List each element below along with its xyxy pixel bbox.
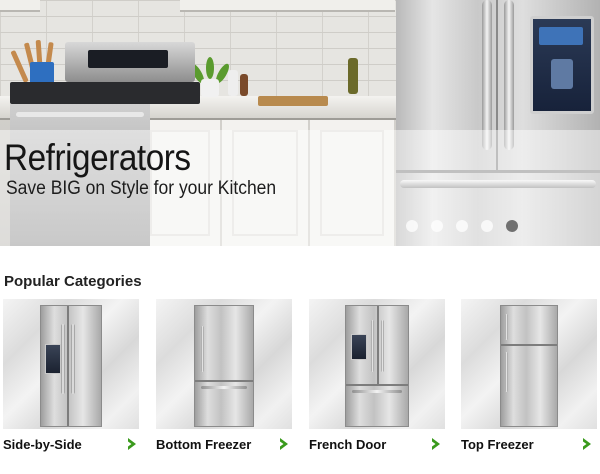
cutting-board	[258, 96, 328, 106]
carousel-dot-1[interactable]	[406, 220, 418, 232]
category-card-top-freezer[interactable]	[461, 299, 597, 429]
category-label[interactable]: Bottom Freezer	[156, 437, 251, 452]
chevron-right-icon[interactable]	[580, 436, 594, 452]
carousel-dot-2[interactable]	[431, 220, 443, 232]
upper-cabinet	[0, 0, 40, 12]
hero-subtitle: Save BIG on Style for your Kitchen	[6, 178, 277, 199]
carousel-dot-3[interactable]	[456, 220, 468, 232]
hero-title: Refrigerators	[4, 137, 191, 178]
category-card-french-door[interactable]	[309, 299, 445, 429]
chevron-right-icon[interactable]	[125, 436, 139, 452]
category-card-bottom-freezer[interactable]	[156, 299, 292, 429]
side-by-side-fridge-image	[40, 305, 102, 427]
top-freezer-fridge-image	[500, 305, 558, 427]
french-door-fridge-image	[345, 305, 409, 427]
carousel-dot-5[interactable]	[506, 220, 518, 232]
category-label[interactable]: French Door	[309, 437, 386, 452]
bottom-freezer-fridge-image	[194, 305, 254, 427]
category-card-side-by-side[interactable]	[3, 299, 139, 429]
carousel-dots	[406, 220, 518, 232]
section-title: Popular Categories	[4, 273, 142, 290]
hero-banner[interactable]: Refrigerators Save BIG on Style for your…	[0, 0, 600, 246]
chevron-right-icon[interactable]	[277, 436, 291, 452]
chevron-right-icon[interactable]	[429, 436, 443, 452]
category-label[interactable]: Top Freezer	[461, 437, 534, 452]
carousel-dot-4[interactable]	[481, 220, 493, 232]
category-label[interactable]: Side-by-Side	[3, 437, 82, 452]
upper-cabinet	[180, 0, 395, 12]
